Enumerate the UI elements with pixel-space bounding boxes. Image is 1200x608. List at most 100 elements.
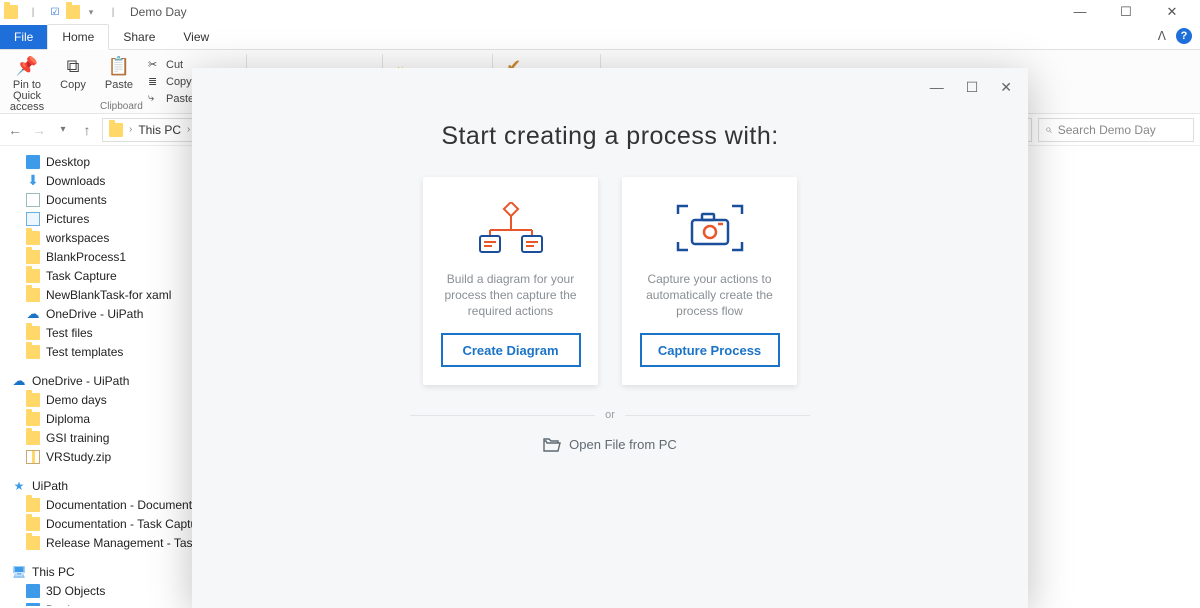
modal-maximize-button[interactable]: ☐ xyxy=(966,79,979,96)
tree-item-label: NewBlankTask-for xaml xyxy=(46,288,171,302)
tree-item-label: This PC xyxy=(32,565,75,579)
open-file-from-pc-button[interactable]: Open File from PC xyxy=(543,437,677,452)
tree-item[interactable]: Task Capture xyxy=(12,266,195,285)
tree-item-label: Documents xyxy=(46,193,107,207)
tree-item[interactable]: ☁ OneDrive - UiPath xyxy=(12,371,195,390)
tab-share[interactable]: Share xyxy=(109,25,169,49)
modal-minimize-button[interactable]: — xyxy=(930,79,944,95)
tree-item-label: Downloads xyxy=(46,174,105,188)
breadcrumb-segment[interactable]: This PC xyxy=(138,123,181,137)
tree-item-label: Test templates xyxy=(46,345,123,359)
doc-icon xyxy=(26,193,40,207)
capture-process-button[interactable]: Capture Process xyxy=(640,333,780,367)
copy-button[interactable]: ⧉ Copy xyxy=(50,50,96,113)
tree-item[interactable]: Desktop xyxy=(12,600,195,606)
capture-process-desc: Capture your actions to automatically cr… xyxy=(636,271,783,319)
search-icon: ⌕ xyxy=(1045,122,1052,137)
tree-item-label: Documentation - Task Capture xyxy=(46,517,196,531)
tree-item-label: OneDrive - UiPath xyxy=(32,374,129,388)
tab-home[interactable]: Home xyxy=(47,24,109,50)
folder-icon xyxy=(26,431,40,445)
nav-tree[interactable]: Desktop ⬇ Downloads Documents Picturesworksp… xyxy=(0,146,196,606)
titlebar: | ☑ ▾ | Demo Day — ☐ ✕ xyxy=(0,0,1200,24)
tree-item-label: GSI training xyxy=(46,431,109,445)
or-divider: or xyxy=(410,409,810,421)
copy-icon: ⧉ xyxy=(61,54,85,78)
paste-icon: 📋 xyxy=(107,54,131,78)
copy-path-icon: ≣ xyxy=(148,75,162,89)
collapse-ribbon-icon[interactable]: ᐱ xyxy=(1158,29,1166,43)
chevron-right-icon: › xyxy=(129,124,132,135)
search-input[interactable]: ⌕ Search Demo Day xyxy=(1038,118,1194,142)
chevron-right-icon: › xyxy=(187,124,190,135)
qat-item-icon[interactable]: ☑ xyxy=(48,5,62,19)
qat-dropdown-icon[interactable]: ▾ xyxy=(84,5,98,19)
tab-view[interactable]: View xyxy=(169,25,223,49)
tree-item[interactable]: Release Management - Task Captu xyxy=(12,533,195,552)
tree-item-label: Release Management - Task Captu xyxy=(46,536,196,550)
tree-item[interactable]: Demo days xyxy=(12,390,195,409)
tree-item[interactable]: 🖥 This PC xyxy=(12,562,195,581)
pin-icon: 📌 xyxy=(15,54,39,78)
tree-item[interactable]: Documents xyxy=(12,190,195,209)
tree-item[interactable]: workspaces xyxy=(12,228,195,247)
help-icon[interactable]: ? xyxy=(1176,28,1192,44)
folder-icon xyxy=(26,412,40,426)
desktop-icon xyxy=(26,584,40,598)
folder-icon xyxy=(26,536,40,550)
folder-icon xyxy=(26,517,40,531)
down-icon: ⬇ xyxy=(26,174,40,188)
tree-item-label: OneDrive - UiPath xyxy=(46,307,143,321)
desktop-icon xyxy=(26,155,40,169)
tree-item-label: UiPath xyxy=(32,479,68,493)
tree-item[interactable]: BlankProcess1 xyxy=(12,247,195,266)
maximize-button[interactable]: ☐ xyxy=(1112,4,1140,20)
tree-item[interactable]: 3D Objects xyxy=(12,581,195,600)
tree-item[interactable]: ★ UiPath xyxy=(12,476,195,495)
nav-up-button[interactable]: ↑ xyxy=(78,122,96,138)
folder-icon xyxy=(26,269,40,283)
folder-icon xyxy=(26,250,40,264)
tree-item[interactable]: Pictures xyxy=(12,209,195,228)
folder-icon xyxy=(26,231,40,245)
tree-item[interactable]: Test templates xyxy=(12,342,195,361)
tree-item[interactable]: Documentation - Task Capture xyxy=(12,514,195,533)
folder-icon xyxy=(26,498,40,512)
nav-forward-button[interactable]: → xyxy=(30,122,48,138)
capture-process-card: Capture your actions to automatically cr… xyxy=(622,177,797,385)
task-capture-modal: — ☐ ✕ Start creating a process with: xyxy=(192,68,1028,608)
zip-icon xyxy=(26,450,40,464)
quick-access-toolbar: | ☑ ▾ | xyxy=(4,5,124,19)
create-diagram-desc: Build a diagram for your process then ca… xyxy=(437,271,584,319)
modal-close-button[interactable]: ✕ xyxy=(1000,79,1012,96)
separator: | xyxy=(106,5,120,19)
folder-icon[interactable] xyxy=(66,5,80,19)
tree-item[interactable]: GSI training xyxy=(12,428,195,447)
tree-item[interactable]: Desktop xyxy=(12,152,195,171)
tree-item[interactable]: ☁ OneDrive - UiPath xyxy=(12,304,195,323)
nav-recent-button[interactable]: ▾ xyxy=(54,124,72,135)
pc-icon: 🖥 xyxy=(12,565,26,579)
tree-item[interactable]: Diploma xyxy=(12,409,195,428)
minimize-button[interactable]: — xyxy=(1066,4,1094,20)
tree-item-label: 3D Objects xyxy=(46,584,105,598)
pin-to-quick-access-button[interactable]: 📌 Pin to Quick access xyxy=(4,50,50,113)
menubar: File Home Share View ᐱ ? xyxy=(0,24,1200,50)
cloud-icon: ☁ xyxy=(26,307,40,321)
nav-back-button[interactable]: ← xyxy=(6,122,24,138)
tab-file[interactable]: File xyxy=(0,25,47,49)
separator: | xyxy=(26,5,40,19)
tree-item[interactable]: VRStudy.zip xyxy=(12,447,195,466)
close-button[interactable]: ✕ xyxy=(1158,4,1186,20)
tree-item[interactable]: Test files xyxy=(12,323,195,342)
modal-heading: Start creating a process with: xyxy=(192,122,1028,151)
star-icon: ★ xyxy=(12,479,26,493)
tree-item[interactable]: Documentation - Documents xyxy=(12,495,195,514)
search-placeholder: Search Demo Day xyxy=(1058,123,1156,137)
tree-item[interactable]: ⬇ Downloads xyxy=(12,171,195,190)
cloud-icon: ☁ xyxy=(12,374,26,388)
diagram-icon xyxy=(478,199,544,261)
tree-item[interactable]: NewBlankTask-for xaml xyxy=(12,285,195,304)
create-diagram-button[interactable]: Create Diagram xyxy=(441,333,581,367)
group-caption-clipboard: Clipboard xyxy=(100,101,143,112)
